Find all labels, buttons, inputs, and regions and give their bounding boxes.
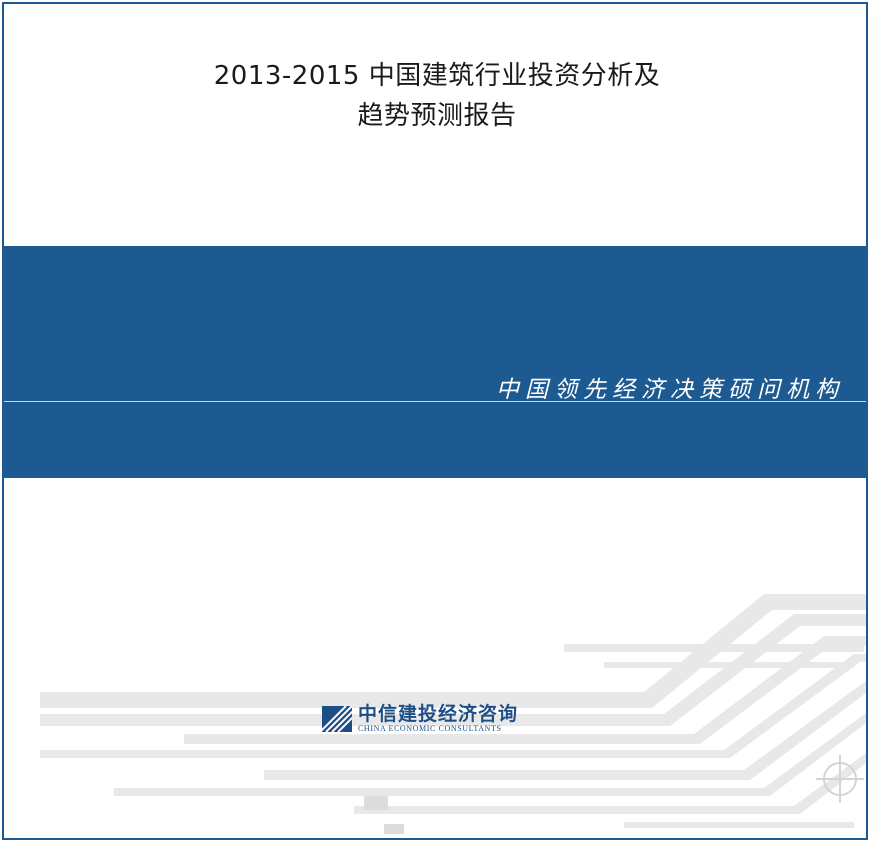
report-title: 2013-2015 中国建筑行业投资分析及 趋势预测报告 <box>4 56 866 136</box>
report-title-line-2: 趋势预测报告 <box>357 101 517 131</box>
report-cover: 2013-2015 中国建筑行业投资分析及 趋势预测报告 中国领先经济决策硕问机… <box>2 2 868 840</box>
logo-name-en: CHINA ECONOMIC CONSULTANTS <box>358 724 502 733</box>
company-logo: 中信建投经济咨询 CHINA ECONOMIC CONSULTANTS <box>322 704 518 734</box>
banner-divider-line <box>4 401 866 402</box>
striped-square-logo-icon <box>322 706 352 732</box>
slogan-text: 中国领先经济决策硕问机构 <box>496 377 844 403</box>
report-title-line-1: 2013-2015 中国建筑行业投资分析及 <box>213 61 661 91</box>
blue-banner: 中国领先经济决策硕问机构 <box>4 246 866 478</box>
logo-name-cn: 中信建投经济咨询 <box>358 703 519 725</box>
